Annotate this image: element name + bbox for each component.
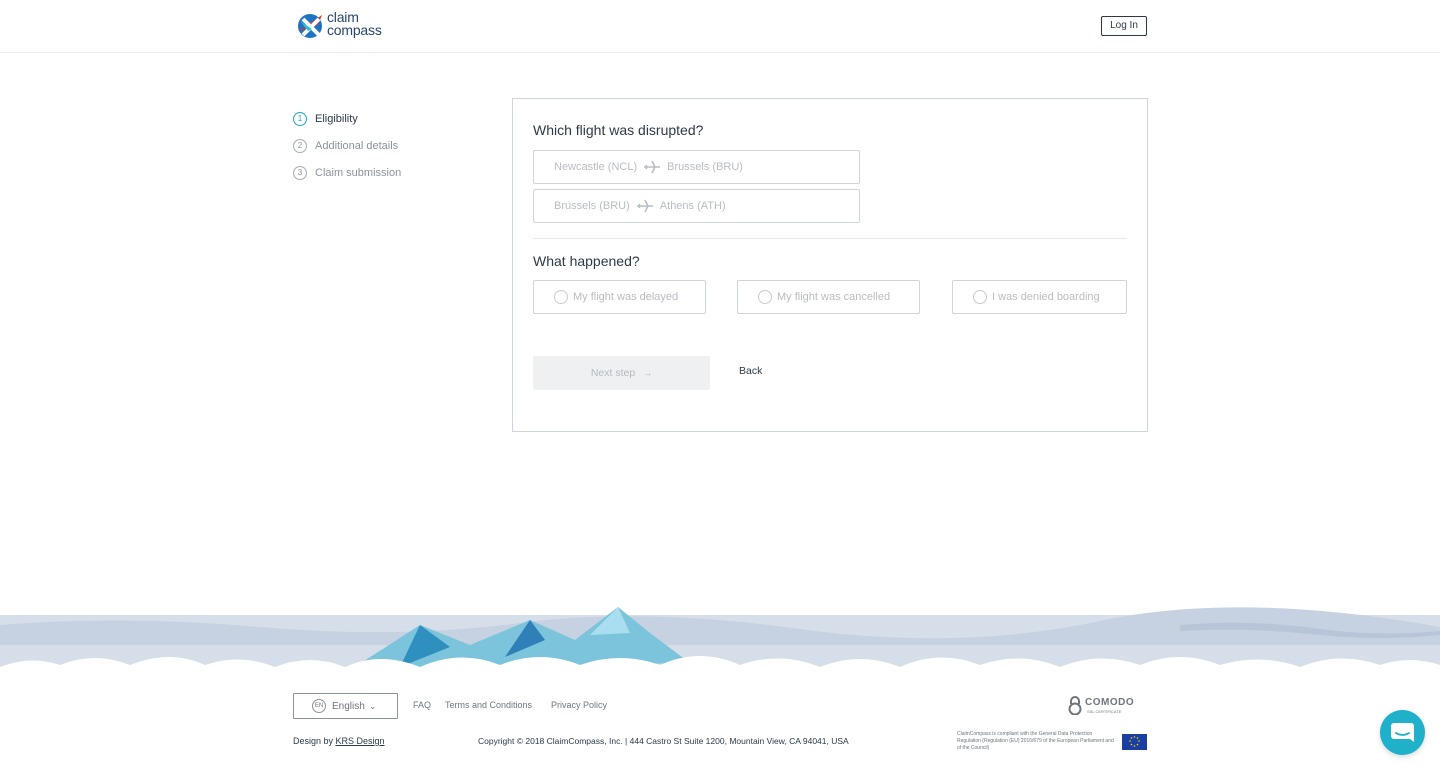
terms-link[interactable]: Terms and Conditions [445, 700, 532, 710]
privacy-link[interactable]: Privacy Policy [551, 700, 607, 710]
logo-wordmark: claim compass [327, 10, 382, 38]
language-selector[interactable]: EN English ⌄ [293, 693, 398, 719]
section-divider [533, 238, 1127, 239]
language-label: English [332, 700, 365, 712]
step-label: Additional details [315, 139, 399, 152]
step-claim-submission: 3 Claim submission [293, 159, 401, 186]
option-delayed[interactable]: My flight was delayed [533, 280, 706, 314]
mountain-cloud-illustration [0, 607, 1440, 685]
flight-option-bru-ath[interactable]: Brussels (BRU) Athens (ATH) [533, 189, 860, 223]
step-number: 2 [293, 138, 307, 153]
faq-link[interactable]: FAQ [413, 700, 431, 710]
step-label: Eligibility [315, 112, 358, 125]
chat-icon [1391, 723, 1414, 742]
step-eligibility: 1 Eligibility [293, 105, 401, 132]
chat-launcher-button[interactable] [1380, 710, 1425, 755]
step-number: 1 [293, 111, 307, 126]
claimcompass-logo[interactable]: claim compass [294, 9, 394, 43]
flight-to: Brussels (BRU) [667, 161, 743, 173]
radio-icon[interactable] [758, 290, 772, 304]
flight-to: Athens (ATH) [659, 200, 726, 212]
plane-icon [636, 199, 653, 213]
plane-icon [644, 160, 661, 174]
step-additional-details: 2 Additional details [293, 132, 401, 159]
lock-icon [1068, 696, 1082, 716]
radio-icon[interactable] [554, 290, 568, 304]
logo-line-2: compass [327, 22, 382, 38]
copyright-text: Copyright © 2018 ClaimCompass, Inc. | 44… [478, 736, 849, 746]
radio-icon[interactable] [973, 290, 987, 304]
krs-design-link[interactable]: KRS Design [336, 736, 385, 746]
eu-stars [1129, 736, 1140, 747]
design-prefix: Design by [293, 736, 336, 746]
design-credit: Design by KRS Design [293, 736, 385, 746]
flight-from: Brussels (BRU) [554, 200, 630, 212]
comodo-label: COMODO [1085, 697, 1135, 708]
option-label: I was denied boarding [992, 291, 1100, 303]
site-footer: EN English ⌄ FAQ Terms and Conditions Pr… [0, 680, 1440, 768]
chevron-down-icon: ⌄ [368, 700, 377, 711]
eu-flag-icon [1122, 734, 1147, 750]
comodo-sub-label: SSL CERTIFICATE [1087, 709, 1122, 714]
option-label: My flight was delayed [573, 291, 679, 303]
next-step-label: Next step [590, 367, 636, 379]
gdpr-notice: ClaimCompass is compliant with the Gener… [957, 731, 1114, 751]
next-step-button[interactable]: Next step → [533, 356, 710, 390]
comodo-badge: COMODO SSL CERTIFICATE [1067, 695, 1137, 717]
happened-question: What happened? [533, 253, 640, 269]
login-button[interactable]: Log In [1101, 16, 1147, 36]
site-header: claim compass Log In [0, 0, 1440, 53]
back-link[interactable]: Back [739, 365, 762, 377]
option-denied-boarding[interactable]: I was denied boarding [952, 280, 1127, 314]
step-label: Claim submission [315, 166, 402, 179]
progress-steps: 1 Eligibility 2 Additional details 3 Cla… [293, 105, 401, 186]
flight-from: Newcastle (NCL) [554, 161, 638, 173]
flight-question: Which flight was disrupted? [533, 122, 704, 138]
option-cancelled[interactable]: My flight was cancelled [737, 280, 920, 314]
eligibility-form-card: Which flight was disrupted? Newcastle (N… [512, 98, 1148, 432]
arrow-right-icon: → [643, 368, 653, 378]
compass-logo-icon [298, 14, 322, 38]
language-icon: EN [312, 699, 326, 713]
step-number: 3 [293, 165, 307, 180]
option-label: My flight was cancelled [777, 291, 891, 303]
flight-option-ncl-bru[interactable]: Newcastle (NCL) Brussels (BRU) [533, 150, 860, 184]
